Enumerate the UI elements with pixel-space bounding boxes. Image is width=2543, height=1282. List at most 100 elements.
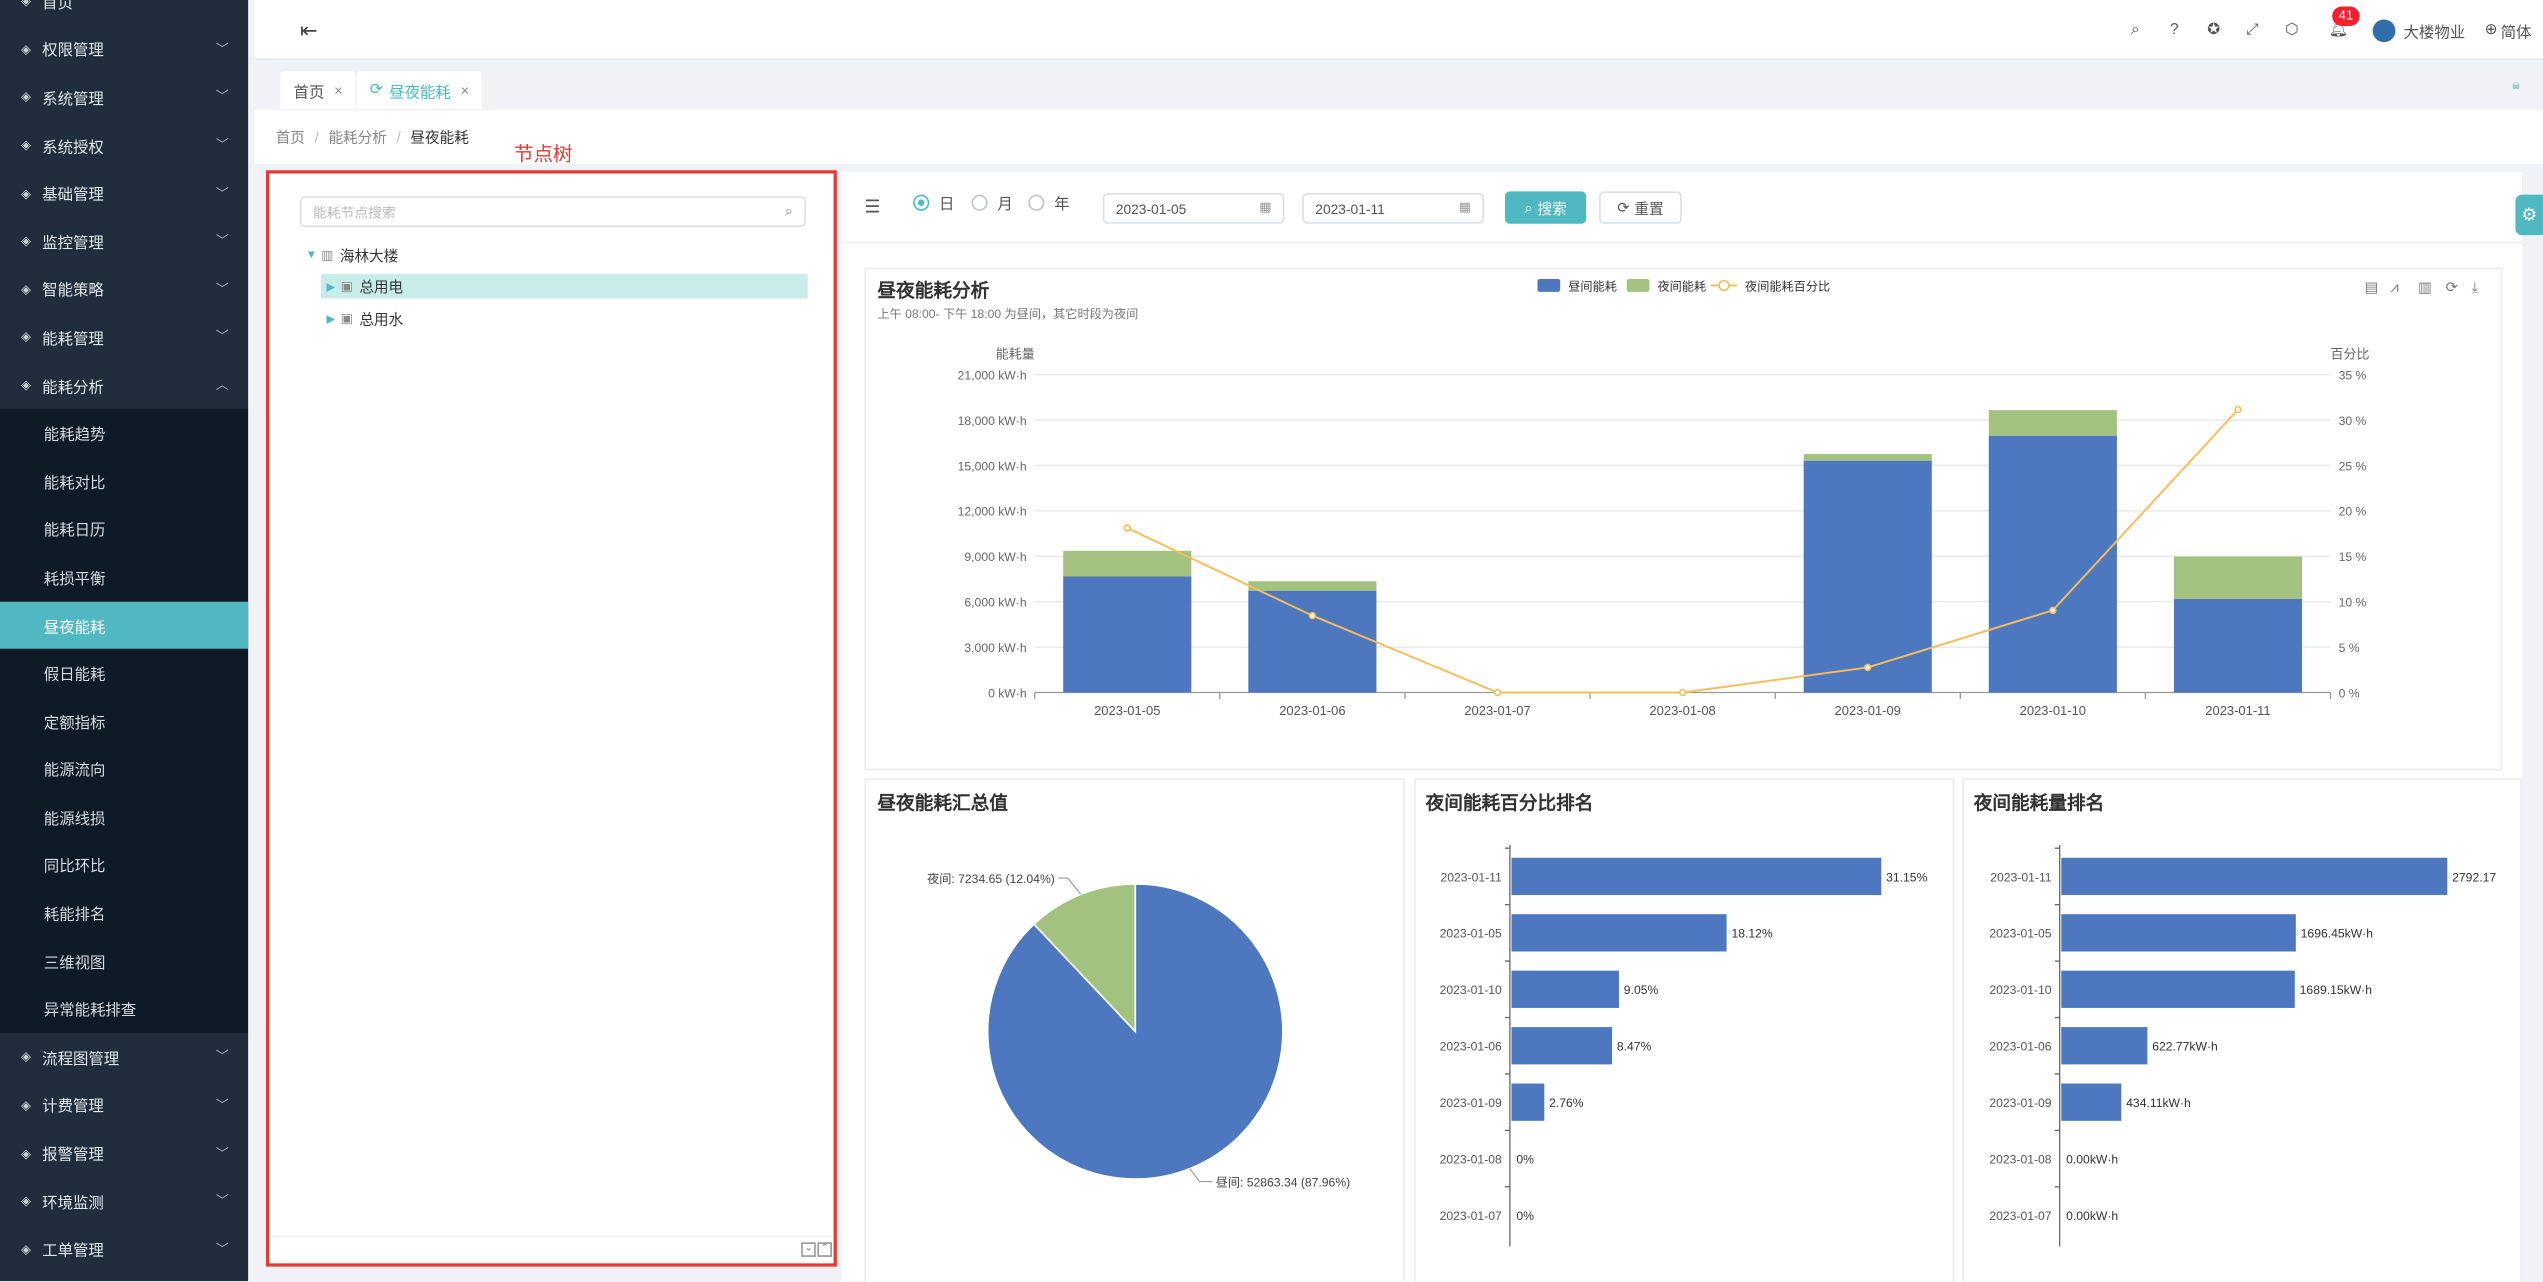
lock-icon[interactable]: 🔒︎ <box>2512 76 2520 94</box>
y-tick-label: 2023-01-05 <box>1989 927 2051 941</box>
chevron-down-icon: ﹀ <box>215 137 229 153</box>
menu-label: 系统授权 <box>42 138 104 157</box>
menu-label: 工单管理 <box>42 1242 104 1261</box>
menu-label: 能耗日历 <box>43 522 106 541</box>
close-icon[interactable]: × <box>334 82 343 98</box>
radio-circle[interactable] <box>971 194 988 211</box>
x-tick-label: 2023-01-06 <box>1279 703 1345 718</box>
menu-item[interactable]: ◈ 基础管理 ﹀ <box>0 169 248 217</box>
night-percent-rank-chart: 2023-01-11 31.15% 2023-01-05 18.12% 2023-01-… <box>1440 844 1928 1247</box>
radio-month[interactable]: 月 <box>971 191 1013 214</box>
data-label: 31.15% <box>1886 870 1927 884</box>
rank-bar <box>2061 857 2448 896</box>
y-tick-label: 2023-01-11 <box>1990 870 2052 884</box>
submenu-item[interactable]: 能耗日历 <box>0 505 248 553</box>
submenu-item[interactable]: 定额指标 <box>0 697 248 745</box>
menu-item[interactable]: ◈ 能耗管理 ﹀ <box>0 313 248 361</box>
menu-item[interactable]: ◈ 首页 ﹀ <box>0 0 248 25</box>
submenu-item[interactable]: 能耗趋势 <box>0 409 248 457</box>
night-bar <box>1803 454 1932 461</box>
menu-label: 环境监测 <box>42 1194 104 1213</box>
tab-day-night-energy[interactable]: ⟳ 昼夜能耗 × <box>356 71 483 109</box>
y-tick-label: 2023-01-10 <box>1440 983 1502 997</box>
submenu-item[interactable]: 三维视图 <box>0 937 248 985</box>
search-icon[interactable]: ⌕ <box>2131 0 2140 60</box>
database-icon: ◈ <box>20 185 31 201</box>
calendar-icon[interactable]: ▦ <box>1459 199 1471 214</box>
submenu-item[interactable]: 假日能耗 <box>0 649 248 697</box>
breadcrumb-item[interactable]: 首页 <box>276 127 305 148</box>
help-icon[interactable]: ? <box>2170 0 2179 60</box>
rank-bar <box>2061 1083 2122 1121</box>
settings-gear-icon[interactable]: ⚙ <box>2515 194 2543 236</box>
night-percent-point <box>1123 524 1131 532</box>
menu-item[interactable]: ◈ 能耗分析 ︿ <box>0 361 248 409</box>
home-icon: ◈ <box>20 0 31 9</box>
submenu-item[interactable]: 昼夜能耗 <box>0 601 249 650</box>
submenu-item[interactable]: 能源流向 <box>0 745 248 793</box>
radio-label: 年 <box>1054 196 1070 215</box>
y2-tick-label: 20 % <box>2339 505 2367 519</box>
wallet-icon: ◈ <box>20 1097 31 1113</box>
y-tick-label: 2023-01-08 <box>1989 1152 2051 1166</box>
size-icon[interactable]: ⬡ <box>2285 0 2298 60</box>
language-switch[interactable]: ⊕ 简体 <box>2485 0 2532 60</box>
fullscreen-icon[interactable]: ⤢ <box>2246 0 2258 60</box>
pie-label-night: 夜间: 7234.65 (12.04%) <box>927 871 1055 886</box>
y2-tick-label: 35 % <box>2339 369 2367 383</box>
data-label: 434.11kW·h <box>2126 1096 2191 1110</box>
refresh-icon[interactable]: ⟳ <box>370 81 383 99</box>
start-date-input[interactable]: 2023-01-05 ▦ <box>1102 192 1285 224</box>
menu-item[interactable]: ◈ 流程图管理 ﹀ <box>0 1033 248 1081</box>
submenu-item[interactable]: 能耗对比 <box>0 457 248 505</box>
breadcrumb-separator: / <box>314 128 319 146</box>
user-menu[interactable]: 大楼物业 <box>2372 0 2465 60</box>
breadcrumb-item[interactable]: 能耗分析 <box>328 127 386 148</box>
rank-bar <box>2061 1027 2148 1065</box>
menu-item[interactable]: ◈ 工单管理 ﹀ <box>0 1225 248 1273</box>
rank-bar <box>1511 914 1727 952</box>
y-axis-title: 能耗量 <box>996 346 1035 361</box>
close-icon[interactable]: × <box>461 82 470 98</box>
search-button[interactable]: ⌕ 搜索 <box>1505 191 1587 224</box>
legend-point <box>1718 279 1730 292</box>
submenu-item[interactable]: 耗能排名 <box>0 889 248 937</box>
submenu-item[interactable]: 同比环比 <box>0 841 248 889</box>
submenu-item[interactable]: 耗损平衡 <box>0 553 248 601</box>
chevron-down-icon: ﹀ <box>215 0 229 9</box>
menu-item[interactable]: ◈ 智能策略 ﹀ <box>0 265 248 313</box>
menu-label: 监控管理 <box>42 234 104 253</box>
menu-item[interactable]: ◈ 报警管理 ﹀ <box>0 1129 248 1177</box>
data-label: 2.76% <box>1549 1096 1584 1110</box>
radio-year[interactable]: 年 <box>1028 191 1070 215</box>
menu-item[interactable]: ◈ 权限管理 ﹀ <box>0 25 248 73</box>
submenu-item[interactable]: 能源线损 <box>0 793 248 841</box>
menu-item[interactable]: ◈ 系统管理 ﹀ <box>0 73 248 121</box>
calendar-icon[interactable]: ▦ <box>1259 199 1271 214</box>
github-icon[interactable]: ✪ <box>2207 0 2220 60</box>
submenu-item[interactable]: 异常能耗排查 <box>0 985 248 1033</box>
data-label: 18.12% <box>1731 927 1772 941</box>
monitor-icon: ◈ <box>20 89 31 105</box>
menu-label: 假日能耗 <box>43 666 106 685</box>
menu-item[interactable]: ◈ 环境监测 ﹀ <box>0 1177 248 1225</box>
radio-day[interactable]: 日 <box>913 191 954 214</box>
menu-label: 同比环比 <box>43 858 106 877</box>
reset-button[interactable]: ⟳ 重置 <box>1599 191 1682 224</box>
breadcrumb: 首页 / 能耗分析 / 昼夜能耗 <box>254 110 2543 164</box>
x-tick-label: 2023-01-05 <box>1094 703 1160 718</box>
chevron-down-icon: ﹀ <box>215 233 229 249</box>
radio-circle[interactable] <box>1028 194 1045 211</box>
menu-item[interactable]: ◈ 监控管理 ﹀ <box>0 217 248 265</box>
notification-badge: 41 <box>2332 6 2360 26</box>
radio-circle[interactable] <box>913 194 930 211</box>
data-label: 8.47% <box>1617 1040 1652 1054</box>
tab-home[interactable]: 首页 × <box>280 71 356 109</box>
collapse-menu-icon[interactable]: ⇤ <box>300 0 318 60</box>
rank-bar <box>2061 970 2295 1008</box>
toggle-tree-icon[interactable]: ☰ <box>864 196 880 217</box>
menu-item[interactable]: ◈ 计费管理 ﹀ <box>0 1081 248 1129</box>
end-date-input[interactable]: 2023-01-11 ▦ <box>1302 192 1484 224</box>
menu-item[interactable]: ◈ 系统授权 ﹀ <box>0 121 248 169</box>
rank-bar <box>1511 857 1882 896</box>
